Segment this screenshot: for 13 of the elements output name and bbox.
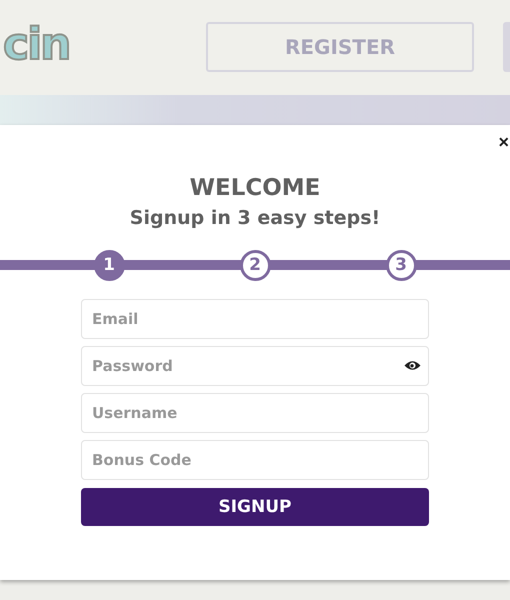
logo: cin (3, 19, 70, 70)
close-button[interactable]: × (497, 133, 510, 151)
dialog-subtitle: Signup in 3 easy steps! (130, 207, 380, 229)
eye-icon[interactable] (404, 360, 421, 371)
step-indicator: 2 (240, 250, 270, 280)
input-field[interactable]: Password (81, 346, 429, 386)
signup-button[interactable]: SIGNUP (81, 488, 429, 526)
input-field[interactable]: Email (81, 299, 429, 339)
input-field[interactable]: Username (81, 393, 429, 433)
input-field[interactable]: Bonus Code (81, 440, 429, 480)
step-indicator: 1 (94, 250, 124, 280)
step-indicator: 3 (386, 250, 416, 280)
dialog-title: WELCOME (190, 175, 320, 201)
